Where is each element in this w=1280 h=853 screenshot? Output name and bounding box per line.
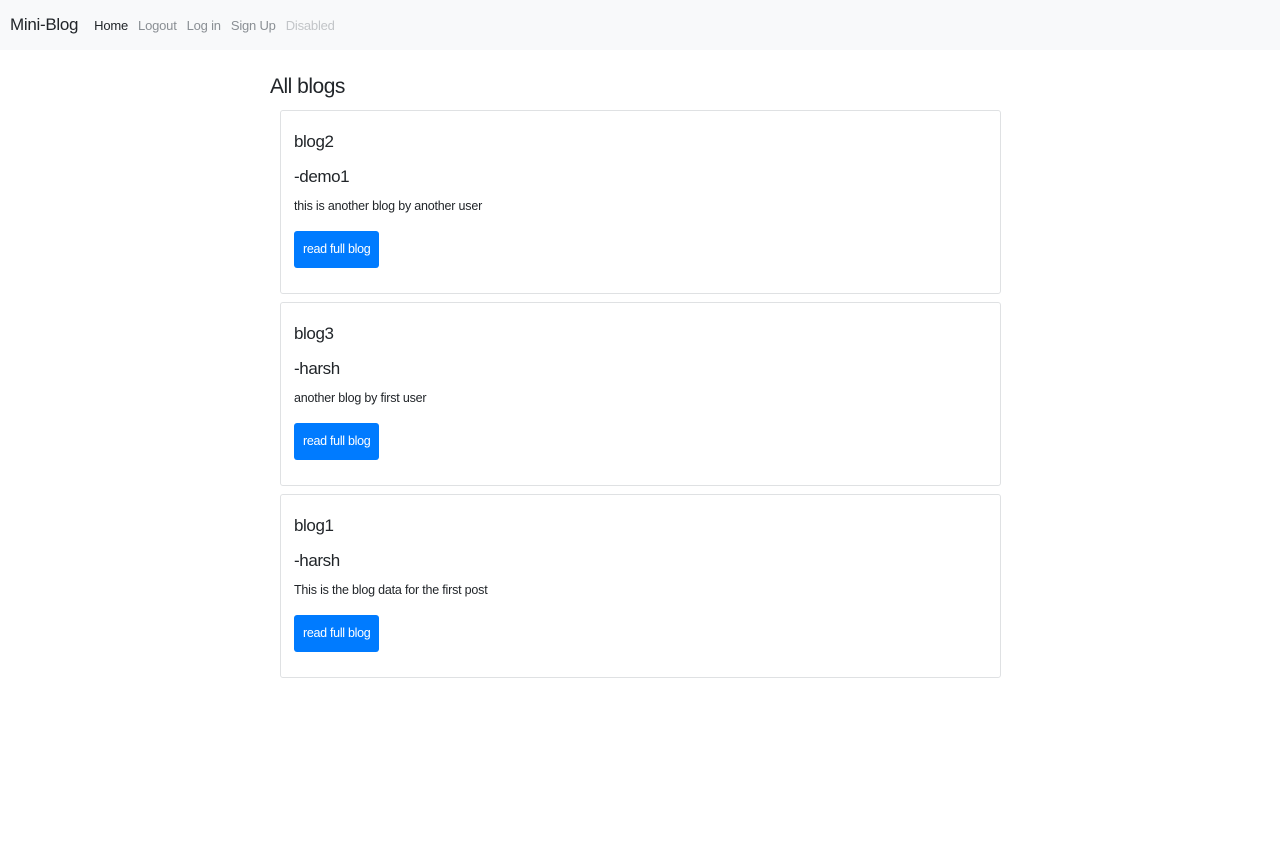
nav-links: Home Logout Log in Sign Up Disabled xyxy=(94,18,345,33)
blog-author: -harsh xyxy=(294,359,340,378)
blog-excerpt: this is another blog by another user xyxy=(294,199,483,213)
brand-link[interactable]: Mini-Blog xyxy=(10,15,78,35)
blog-title: blog2 xyxy=(294,132,334,151)
blog-author: -demo1 xyxy=(294,167,350,186)
blog-title: blog3 xyxy=(294,324,334,343)
blog-card: blog1 -harsh This is the blog data for t… xyxy=(280,494,1001,678)
read-full-blog-button[interactable]: read full blog xyxy=(294,231,380,268)
page-title: All blogs xyxy=(270,75,345,98)
blog-card: blog3 -harsh another blog by first user … xyxy=(280,302,1001,486)
main-content: All blogs blog2 -demo1 this is another b… xyxy=(270,72,1010,686)
blog-card: blog2 -demo1 this is another blog by ano… xyxy=(280,110,1001,294)
blog-excerpt: This is the blog data for the first post xyxy=(294,583,488,597)
read-full-blog-button[interactable]: read full blog xyxy=(294,615,380,652)
nav-link-disabled: Disabled xyxy=(285,17,335,33)
blog-title: blog1 xyxy=(294,516,334,535)
blog-author: -harsh xyxy=(294,551,340,570)
nav-link-logout[interactable]: Logout xyxy=(138,18,177,33)
blog-excerpt: another blog by first user xyxy=(294,391,427,405)
nav-link-home[interactable]: Home xyxy=(94,18,128,33)
read-full-blog-button[interactable]: read full blog xyxy=(294,423,380,460)
blog-list: blog2 -demo1 this is another blog by ano… xyxy=(280,110,1001,678)
nav-link-signup[interactable]: Sign Up xyxy=(231,18,276,33)
nav-link-login[interactable]: Log in xyxy=(187,18,221,33)
navbar: Mini-Blog Home Logout Log in Sign Up Dis… xyxy=(0,0,1280,50)
